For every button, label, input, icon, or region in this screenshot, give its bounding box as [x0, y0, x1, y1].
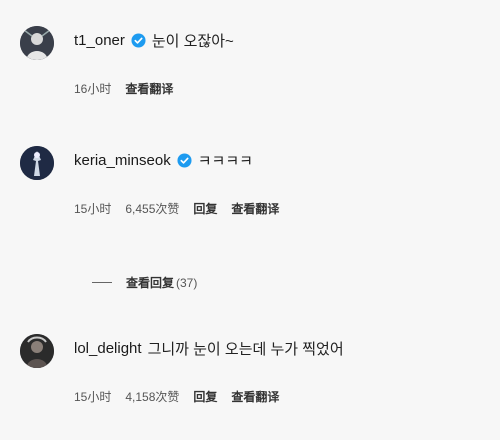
avatar[interactable]: [20, 334, 54, 368]
verified-badge-icon: [131, 33, 146, 48]
comment-meta: 15小时 6,455次赞 回复 查看翻译: [74, 200, 279, 217]
avatar[interactable]: [20, 146, 54, 180]
comment-text: 그니까 눈이 오는데 누가 찍었어: [147, 341, 344, 358]
comment-header: lol_delight 그니까 눈이 오는데 누가 찍었어: [74, 338, 344, 359]
view-replies-button[interactable]: 查看回复 (37): [92, 274, 197, 291]
divider-dash: [92, 282, 112, 283]
username[interactable]: t1_oner: [74, 32, 125, 49]
comment-meta: 16小时 查看翻译: [74, 80, 173, 97]
avatar-image-icon: [20, 146, 54, 180]
comment-time: 15小时: [74, 202, 112, 216]
comment-header: keria_minseok ㅋㅋㅋㅋ: [74, 150, 253, 171]
view-replies-label: 查看回复: [126, 276, 175, 290]
like-count[interactable]: 4,158次赞: [125, 388, 179, 405]
translate-link[interactable]: 查看翻译: [231, 200, 279, 217]
translate-link[interactable]: 查看翻译: [231, 388, 279, 405]
verified-badge-icon: [177, 153, 192, 168]
like-count[interactable]: 6,455次赞: [125, 200, 179, 217]
reply-button[interactable]: 回复: [193, 388, 217, 405]
comment-header: t1_oner 눈이 오잖아~: [74, 30, 234, 51]
comment-text: 눈이 오잖아~: [151, 33, 234, 50]
avatar[interactable]: [20, 26, 54, 60]
username[interactable]: keria_minseok: [74, 152, 171, 169]
avatar-image-icon: [20, 334, 54, 368]
comment-time: 16小时: [74, 82, 112, 96]
comment-thread: t1_oner 눈이 오잖아~ 16小时 查看翻译 keria_minseok: [0, 0, 500, 440]
comment-time: 15小时: [74, 390, 112, 404]
comment-meta: 15小时 4,158次赞 回复 查看翻译: [74, 388, 279, 405]
comment-text: ㅋㅋㅋㅋ: [197, 153, 253, 170]
avatar-image-icon: [20, 26, 54, 60]
translate-link[interactable]: 查看翻译: [125, 80, 173, 97]
view-replies-count: (37): [176, 275, 198, 290]
reply-button[interactable]: 回复: [193, 200, 217, 217]
username[interactable]: lol_delight: [74, 340, 142, 357]
